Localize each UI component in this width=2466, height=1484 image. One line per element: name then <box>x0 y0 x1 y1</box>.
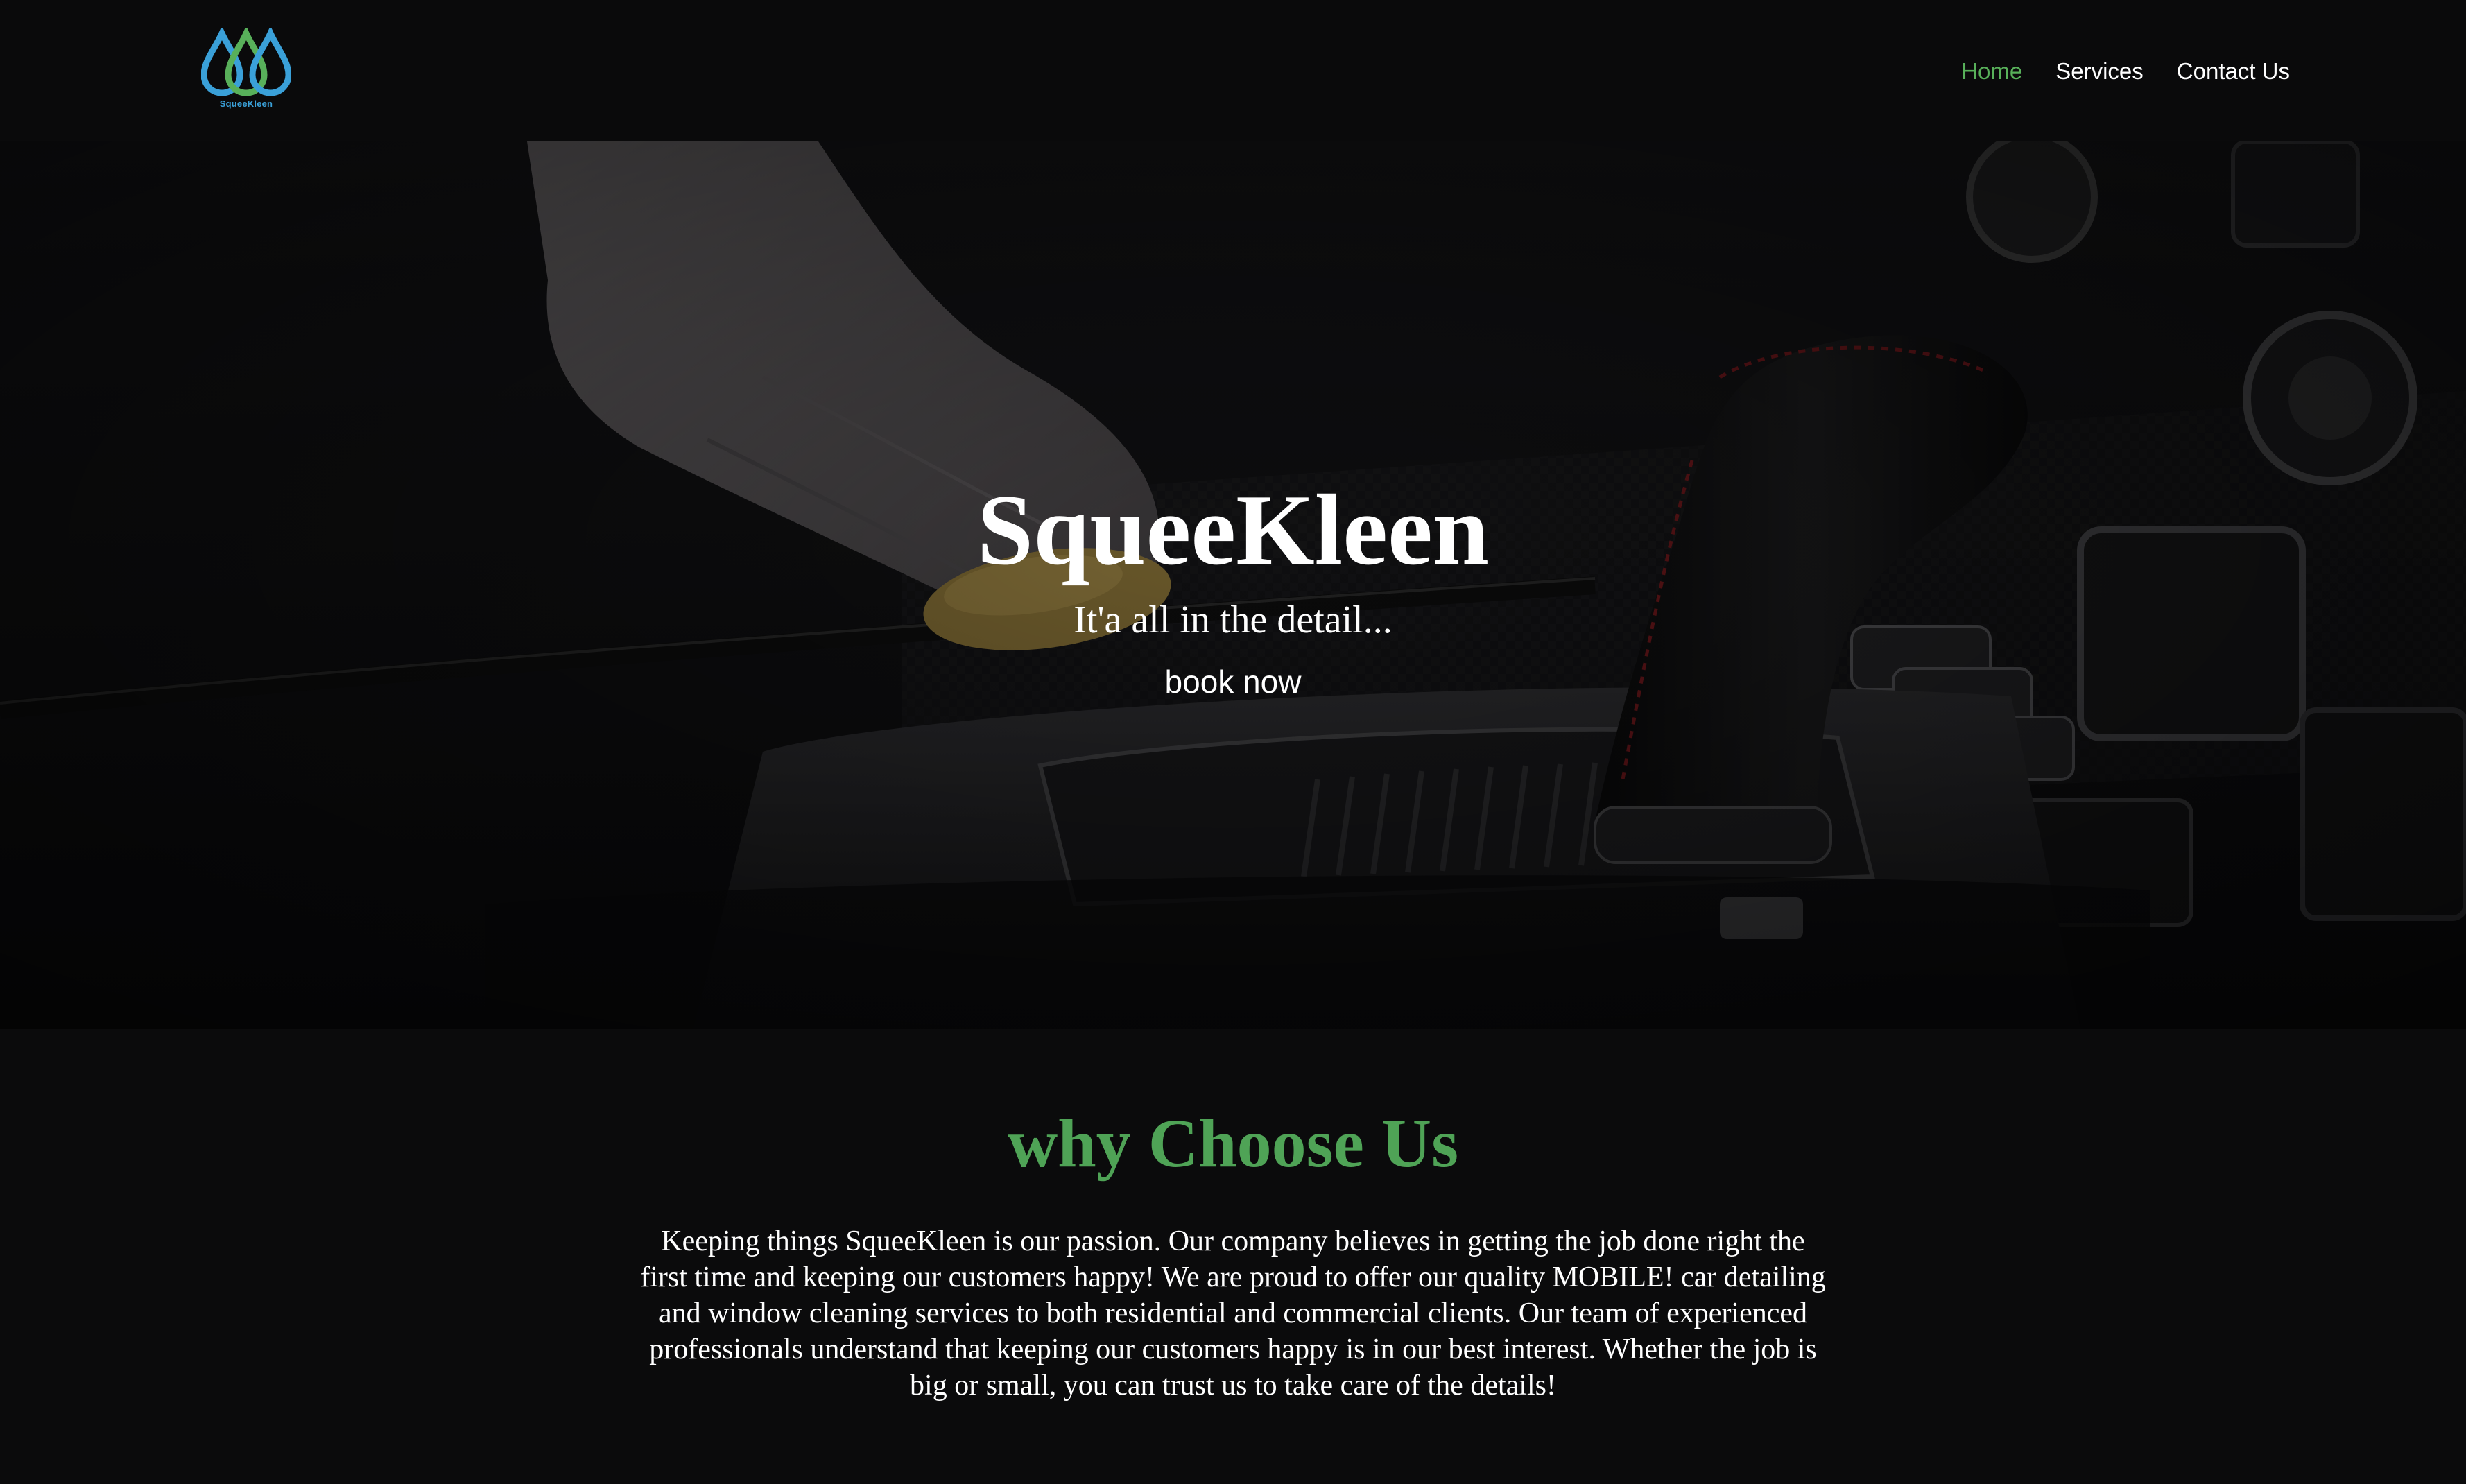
book-now-button[interactable]: book now <box>1094 657 1372 706</box>
site-header: SqueeKleen Home Services Contact Us <box>0 0 2466 141</box>
page: SqueeKleen Home Services Contact Us Sque… <box>0 0 2466 1484</box>
why-choose-us-body: Keeping things SqueeKleen is our passion… <box>640 1225 1826 1401</box>
logo-wordmark: SqueeKleen <box>219 98 273 109</box>
why-choose-us-section: why Choose Us Keeping things SqueeKleen … <box>0 1029 2466 1484</box>
hero-tagline: It'a all in the detail... <box>1074 598 1392 641</box>
why-choose-us-heading: why Choose Us <box>1007 1105 1459 1182</box>
squeekleen-logo[interactable]: SqueeKleen <box>201 28 291 114</box>
hero-title: SqueeKleen <box>976 474 1490 586</box>
nav-home-link[interactable]: Home <box>1961 54 2022 89</box>
nav-services-link[interactable]: Services <box>2055 54 2144 89</box>
main-nav: Home Services Contact Us <box>1961 54 2290 89</box>
water-drops-logo-icon <box>201 28 291 96</box>
hero-section: SqueeKleen It'a all in the detail... boo… <box>0 141 2466 1029</box>
nav-contact-link[interactable]: Contact Us <box>2177 54 2290 89</box>
